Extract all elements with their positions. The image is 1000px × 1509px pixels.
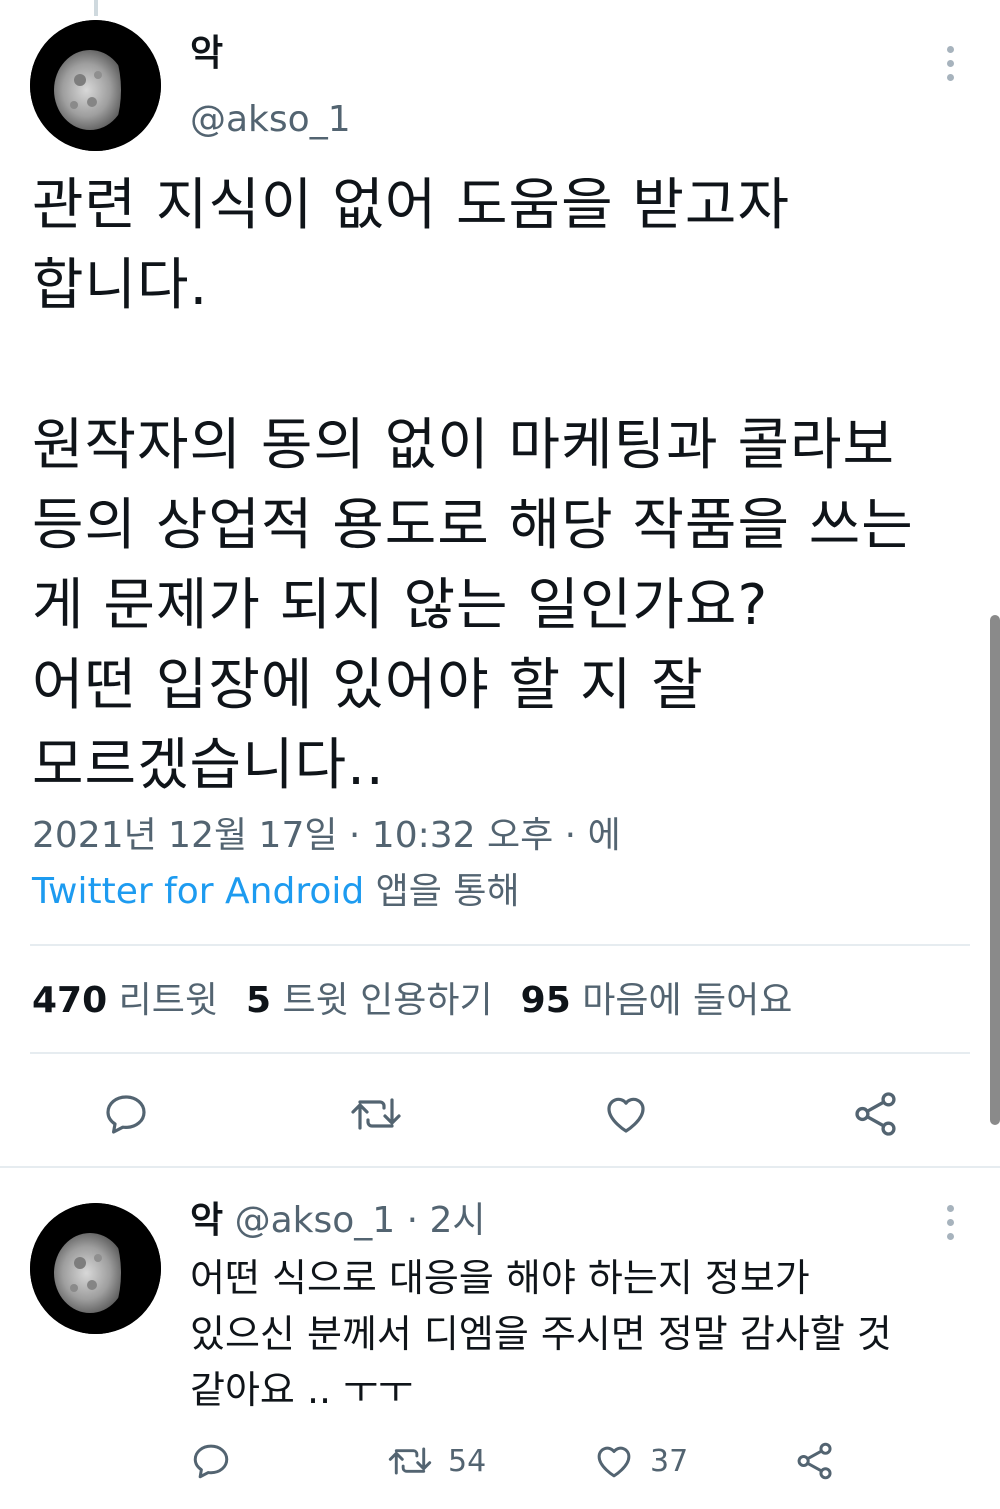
tweet-meta: 2021년 12월 17일 · 10:32 오후 · 에 Twitter for… [32, 808, 972, 920]
reply-icon [106, 1095, 146, 1134]
reply-icon [193, 1444, 229, 1479]
tweet-source: Twitter for Android 앱을 통해 [32, 864, 972, 920]
retweet-button[interactable] [346, 1088, 406, 1140]
divider [30, 944, 970, 946]
source-app-link[interactable]: Twitter for Android [32, 871, 364, 912]
tweet-text: 관련 지식이 없어 도움을 받고자 합니다. 원작자의 동의 없이 마케팅과 콜… [32, 173, 914, 798]
reply-reply-button[interactable] [190, 1440, 232, 1482]
scrollbar[interactable] [990, 615, 1000, 1125]
reply-display-name[interactable]: 악 [190, 1200, 223, 1241]
divider [0, 1166, 1000, 1168]
heart-icon [597, 1446, 631, 1478]
more-vertical-icon[interactable] [944, 46, 956, 81]
tweet-detail-page: 악 @akso_1 관련 지식이 없어 도움을 받고자 합니다. 원작자의 동의… [0, 0, 1000, 1509]
avatar[interactable] [30, 20, 161, 151]
quotes-stat[interactable]: 5 트윗 인용하기 [246, 980, 493, 1021]
divider [30, 1052, 970, 1054]
reply-share-button[interactable] [794, 1440, 836, 1482]
retweet-icon [351, 1098, 401, 1130]
reply-like-button[interactable]: 37 [592, 1440, 688, 1482]
reply-time[interactable]: · 2시 [395, 1200, 486, 1241]
more-vertical-icon[interactable] [944, 1205, 956, 1240]
reply-header: 악 @akso_1 · 2시 [190, 1195, 486, 1247]
reply-button[interactable] [98, 1088, 154, 1140]
share-icon [797, 1442, 832, 1480]
moon-avatar-image [30, 1203, 161, 1334]
share-icon [855, 1092, 896, 1136]
likes-stat[interactable]: 95 마음에 들어요 [521, 980, 793, 1021]
reply-retweet-button[interactable]: 54 [386, 1440, 486, 1482]
thread-line [94, 0, 98, 16]
avatar[interactable] [30, 1203, 161, 1334]
retweet-icon [388, 1447, 432, 1475]
tweet-stats: 470 리트윗 5 트윗 인용하기 95 마음에 들어요 [32, 974, 792, 1028]
user-handle[interactable]: @akso_1 [190, 96, 351, 144]
reply-like-count: 37 [650, 1443, 689, 1479]
like-button[interactable] [598, 1088, 654, 1140]
source-suffix: 앱을 통해 [364, 871, 520, 912]
retweets-stat[interactable]: 470 리트윗 [32, 980, 218, 1021]
share-button[interactable] [848, 1088, 904, 1140]
reply-handle[interactable]: @akso_1 [235, 1200, 396, 1241]
heart-icon [607, 1097, 645, 1133]
display-name[interactable]: 악 [190, 30, 223, 78]
reply-text: 어떤 식으로 대응을 해야 하는지 정보가 있으신 분께서 디엠을 주시면 정말… [190, 1256, 892, 1412]
moon-avatar-image [30, 20, 161, 151]
tweet-timestamp[interactable]: 2021년 12월 17일 · 10:32 오후 · 에 [32, 808, 972, 864]
reply-retweet-count: 54 [448, 1443, 487, 1479]
